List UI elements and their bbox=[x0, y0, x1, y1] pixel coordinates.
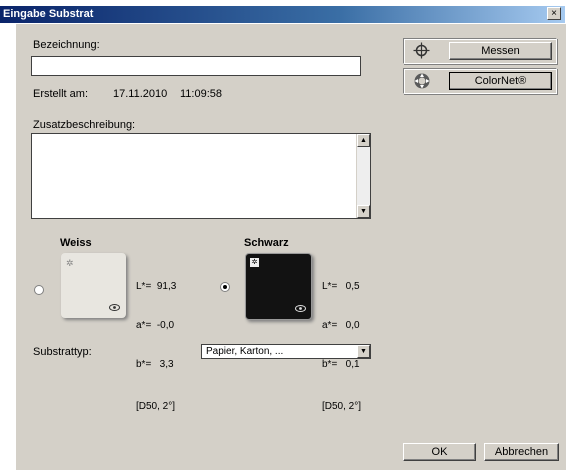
weiss-title: Weiss bbox=[60, 237, 92, 249]
schwarz-l: L*= 0,5 bbox=[322, 281, 360, 292]
weiss-swatch[interactable]: ✲ bbox=[61, 253, 126, 318]
schwarz-illuminant: [D50, 2°] bbox=[322, 401, 362, 412]
colornet-group: ColorNet® bbox=[403, 68, 557, 94]
window-title: Eingabe Substrat bbox=[3, 8, 94, 20]
weiss-a: a*= -0,0 bbox=[136, 320, 175, 331]
colornet-button[interactable]: ColorNet® bbox=[449, 72, 552, 90]
messen-group: Messen bbox=[403, 38, 557, 64]
erstellt-time: 11:09:58 bbox=[180, 88, 223, 100]
substrat-value: Papier, Karton, ... bbox=[206, 346, 284, 357]
dialog-window: Eingabe Substrat × Bezeichnung: Erstellt… bbox=[0, 0, 569, 471]
substrat-select[interactable]: Papier, Karton, ... ▼ bbox=[201, 344, 371, 359]
bezeichnung-input[interactable] bbox=[31, 56, 361, 76]
close-button[interactable]: × bbox=[547, 7, 561, 20]
sparkle-icon: ✲ bbox=[66, 258, 74, 268]
dialog-body: Bezeichnung: Erstellt am: 17.11.2010 11:… bbox=[15, 24, 566, 470]
scroll-up-icon[interactable]: ▲ bbox=[357, 134, 370, 147]
schwarz-a: a*= 0,0 bbox=[322, 320, 360, 331]
zusatz-textarea[interactable]: ▲ ▼ bbox=[31, 133, 371, 219]
schwarz-b: b*= 0,1 bbox=[322, 359, 360, 370]
eye-icon bbox=[109, 302, 120, 314]
chevron-down-icon[interactable]: ▼ bbox=[357, 345, 370, 358]
radio-selected-dot bbox=[223, 285, 227, 289]
eye-icon bbox=[295, 303, 306, 315]
weiss-radio[interactable] bbox=[34, 285, 44, 295]
crosshair-icon bbox=[413, 42, 430, 62]
title-bar: Eingabe Substrat × bbox=[0, 6, 565, 23]
weiss-illuminant: [D50, 2°] bbox=[136, 401, 176, 412]
schwarz-swatch[interactable]: ✲ bbox=[245, 253, 312, 320]
cancel-button[interactable]: Abbrechen bbox=[484, 443, 559, 461]
weiss-values: L*= 91,3 a*= -0,0 b*= 3,3 [D50, 2°] bbox=[136, 254, 176, 439]
ok-button[interactable]: OK bbox=[403, 443, 476, 461]
weiss-l: L*= 91,3 bbox=[136, 281, 177, 292]
bezeichnung-label: Bezeichnung: bbox=[33, 39, 100, 51]
zusatz-scrollbar[interactable]: ▲ ▼ bbox=[356, 134, 370, 218]
substrat-label: Substrattyp: bbox=[33, 346, 92, 358]
messen-button[interactable]: Messen bbox=[449, 42, 552, 60]
schwarz-radio[interactable] bbox=[220, 282, 230, 292]
schwarz-title: Schwarz bbox=[244, 237, 289, 249]
colornet-icon bbox=[413, 72, 431, 93]
sparkle-icon: ✲ bbox=[250, 258, 259, 267]
erstellt-label: Erstellt am: bbox=[33, 88, 89, 100]
weiss-b: b*= 3,3 bbox=[136, 359, 174, 370]
scroll-down-icon[interactable]: ▼ bbox=[357, 205, 370, 218]
erstellt-date: 17.11.2010 bbox=[113, 88, 168, 100]
zusatz-label: Zusatzbeschreibung: bbox=[33, 119, 136, 131]
